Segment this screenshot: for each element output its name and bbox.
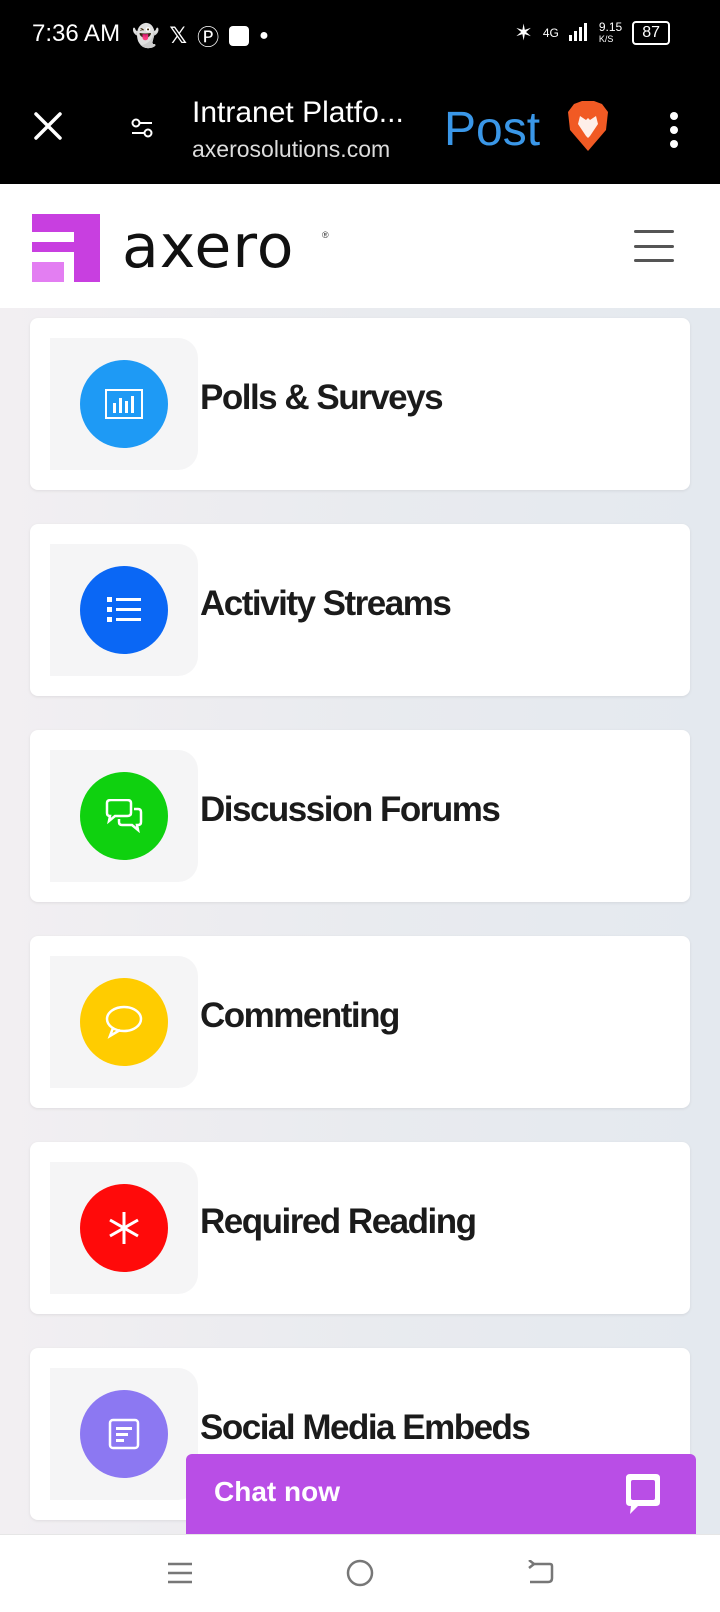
feature-card-label: Commenting [200, 996, 400, 1035]
signal-icon [568, 22, 589, 44]
app-icon: Ⓟ [197, 25, 220, 50]
notification-icons: 👻 𝕏 Ⓟ ● [132, 20, 269, 52]
feature-card-label: Social Media Embeds [200, 1408, 531, 1447]
features-list: Polls & Surveys Activity Streams Discuss… [0, 308, 720, 1534]
page-title: Intranet Platfo... [192, 96, 404, 129]
dot-icon: ● [259, 27, 269, 44]
brave-lion-icon[interactable] [566, 100, 610, 152]
axero-logo-icon[interactable] [32, 214, 100, 282]
feature-card-required-reading[interactable]: Required Reading [30, 1142, 690, 1314]
chat-now-button[interactable]: Chat now [186, 1454, 696, 1534]
back-icon[interactable] [520, 1553, 560, 1593]
chat-bubbles-icon [80, 772, 168, 860]
site-header: axero ® [0, 184, 720, 308]
battery-icon: 87 [632, 21, 670, 45]
close-icon[interactable] [28, 106, 68, 146]
icon-panel [50, 544, 198, 676]
icon-panel [50, 956, 198, 1088]
chat-bubble-icon [620, 1472, 666, 1518]
feature-card-commenting[interactable]: Commenting [30, 936, 690, 1108]
icon-panel [50, 750, 198, 882]
page-url: axerosolutions.com [192, 136, 391, 162]
feature-card-label: Discussion Forums [200, 790, 501, 829]
recent-apps-icon[interactable] [160, 1553, 200, 1593]
feature-card-label: Required Reading [200, 1202, 477, 1241]
registered-mark: ® [322, 230, 329, 240]
post-button[interactable]: Post [444, 102, 540, 157]
snapchat-icon: 👻 [132, 23, 160, 48]
feature-card-label: Activity Streams [200, 584, 452, 623]
feature-card-polls[interactable]: Polls & Surveys [30, 318, 690, 490]
speed-value: 9.15 [598, 20, 623, 34]
feature-card-forums[interactable]: Discussion Forums [30, 730, 690, 902]
network-label: 4G [542, 26, 559, 40]
status-time: 7:36 AM [32, 20, 121, 47]
bar-chart-icon [80, 360, 168, 448]
bluetooth-icon: ✶ [514, 20, 533, 45]
icon-panel [50, 338, 198, 470]
chat-now-label: Chat now [214, 1476, 340, 1507]
asterisk-icon [80, 1184, 168, 1272]
speed-unit: K/S [598, 34, 614, 44]
home-icon[interactable] [340, 1553, 380, 1593]
axero-logo-text[interactable]: axero [122, 212, 294, 282]
status-bar: 7:36 AM 👻 𝕏 Ⓟ ● ✶ 4G 9.15 K/S 87 [0, 0, 720, 74]
system-nav-bar [0, 1534, 720, 1612]
feature-card-label: Polls & Surveys [200, 378, 444, 417]
icon-panel [50, 1368, 198, 1500]
square-icon [229, 26, 250, 46]
speed-indicator: 9.15 K/S [599, 21, 622, 45]
comment-icon [80, 978, 168, 1066]
list-icon [80, 566, 168, 654]
icon-panel [50, 1162, 198, 1294]
x-icon: 𝕏 [169, 23, 188, 48]
system-icons: ✶ 4G 9.15 K/S 87 [514, 20, 670, 46]
hamburger-menu-icon[interactable] [634, 230, 674, 262]
feature-card-activity[interactable]: Activity Streams [30, 524, 690, 696]
site-settings-icon[interactable] [128, 114, 160, 146]
browser-toolbar: Intranet Platfo... axerosolutions.com Po… [0, 74, 720, 184]
more-options-icon[interactable] [664, 108, 684, 152]
document-icon [80, 1390, 168, 1478]
